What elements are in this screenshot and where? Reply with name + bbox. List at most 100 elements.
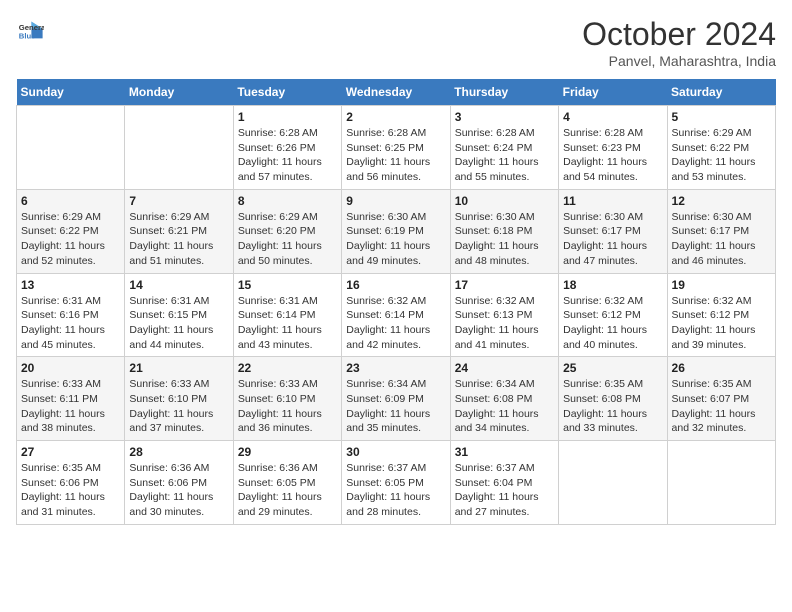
day-number: 9 — [346, 194, 445, 208]
weekday-header-monday: Monday — [125, 79, 233, 106]
day-number: 25 — [563, 361, 662, 375]
calendar-day-cell: 25 Sunrise: 6:35 AMSunset: 6:08 PMDayligh… — [559, 357, 667, 441]
calendar-week-3: 13Sunrise: 6:31 AMSunset: 6:16 PMDayligh… — [17, 273, 776, 357]
weekday-header-row: SundayMondayTuesdayWednesdayThursdayFrid… — [17, 79, 776, 106]
calendar-day-cell: 24 Sunrise: 6:34 AMSunset: 6:08 PMDayligh… — [450, 357, 558, 441]
calendar-day-cell: 26 Sunrise: 6:35 AMSunset: 6:07 PMDayligh… — [667, 357, 775, 441]
calendar-day-cell: 12 Sunrise: 6:30 AMSunset: 6:17 PMDayligh… — [667, 189, 775, 273]
location-subtitle: Panvel, Maharashtra, India — [582, 53, 776, 69]
day-number: 4 — [563, 110, 662, 124]
day-number: 19 — [672, 278, 771, 292]
day-number: 21 — [129, 361, 228, 375]
calendar-table: SundayMondayTuesdayWednesdayThursdayFrid… — [16, 79, 776, 525]
day-info: Sunrise: 6:35 AMSunset: 6:07 PMDaylight:… — [672, 377, 771, 436]
day-info: Sunrise: 6:36 AMSunset: 6:05 PMDaylight:… — [238, 461, 337, 520]
day-number: 7 — [129, 194, 228, 208]
calendar-day-cell — [17, 106, 125, 190]
day-info: Sunrise: 6:30 AMSunset: 6:17 PMDaylight:… — [672, 210, 771, 269]
calendar-week-5: 27 Sunrise: 6:35 AMSunset: 6:06 PMDayligh… — [17, 441, 776, 525]
day-info: Sunrise: 6:30 AMSunset: 6:19 PMDaylight:… — [346, 210, 445, 269]
day-info: Sunrise: 6:28 AMSunset: 6:24 PMDaylight:… — [455, 126, 554, 185]
calendar-week-4: 20 Sunrise: 6:33 AMSunset: 6:11 PMDayligh… — [17, 357, 776, 441]
calendar-day-cell: 7 Sunrise: 6:29 AMSunset: 6:21 PMDaylight… — [125, 189, 233, 273]
calendar-day-cell: 20 Sunrise: 6:33 AMSunset: 6:11 PMDayligh… — [17, 357, 125, 441]
calendar-day-cell: 17Sunrise: 6:32 AMSunset: 6:13 PMDayligh… — [450, 273, 558, 357]
calendar-day-cell: 4 Sunrise: 6:28 AMSunset: 6:23 PMDaylight… — [559, 106, 667, 190]
day-number: 18 — [563, 278, 662, 292]
calendar-day-cell: 28 Sunrise: 6:36 AMSunset: 6:06 PMDayligh… — [125, 441, 233, 525]
calendar-week-2: 6 Sunrise: 6:29 AMSunset: 6:22 PMDaylight… — [17, 189, 776, 273]
logo: General Blue — [16, 16, 44, 44]
calendar-day-cell: 23 Sunrise: 6:34 AMSunset: 6:09 PMDayligh… — [342, 357, 450, 441]
calendar-day-cell: 31 Sunrise: 6:37 AMSunset: 6:04 PMDayligh… — [450, 441, 558, 525]
weekday-header-saturday: Saturday — [667, 79, 775, 106]
day-number: 5 — [672, 110, 771, 124]
calendar-day-cell: 2Sunrise: 6:28 AMSunset: 6:25 PMDaylight… — [342, 106, 450, 190]
day-number: 12 — [672, 194, 771, 208]
day-info: Sunrise: 6:35 AMSunset: 6:06 PMDaylight:… — [21, 461, 120, 520]
day-number: 24 — [455, 361, 554, 375]
calendar-day-cell: 9 Sunrise: 6:30 AMSunset: 6:19 PMDaylight… — [342, 189, 450, 273]
day-info: Sunrise: 6:33 AMSunset: 6:10 PMDaylight:… — [129, 377, 228, 436]
day-number: 10 — [455, 194, 554, 208]
calendar-day-cell: 30 Sunrise: 6:37 AMSunset: 6:05 PMDayligh… — [342, 441, 450, 525]
day-info: Sunrise: 6:30 AMSunset: 6:17 PMDaylight:… — [563, 210, 662, 269]
svg-text:Blue: Blue — [19, 31, 36, 40]
day-number: 30 — [346, 445, 445, 459]
title-block: October 2024 Panvel, Maharashtra, India — [582, 16, 776, 69]
day-number: 13 — [21, 278, 120, 292]
calendar-day-cell: 11 Sunrise: 6:30 AMSunset: 6:17 PMDayligh… — [559, 189, 667, 273]
calendar-day-cell: 1Sunrise: 6:28 AMSunset: 6:26 PMDaylight… — [233, 106, 341, 190]
day-info: Sunrise: 6:35 AMSunset: 6:08 PMDaylight:… — [563, 377, 662, 436]
calendar-day-cell: 22Sunrise: 6:33 AMSunset: 6:10 PMDayligh… — [233, 357, 341, 441]
day-info: Sunrise: 6:33 AMSunset: 6:10 PMDaylight:… — [238, 377, 337, 436]
day-info: Sunrise: 6:29 AMSunset: 6:20 PMDaylight:… — [238, 210, 337, 269]
calendar-day-cell: 18 Sunrise: 6:32 AMSunset: 6:12 PMDayligh… — [559, 273, 667, 357]
day-number: 11 — [563, 194, 662, 208]
day-info: Sunrise: 6:28 AMSunset: 6:26 PMDaylight:… — [238, 126, 337, 185]
day-number: 20 — [21, 361, 120, 375]
day-number: 28 — [129, 445, 228, 459]
day-number: 14 — [129, 278, 228, 292]
page-header: General Blue October 2024 Panvel, Mahara… — [16, 16, 776, 69]
day-info: Sunrise: 6:29 AMSunset: 6:21 PMDaylight:… — [129, 210, 228, 269]
day-info: Sunrise: 6:28 AMSunset: 6:23 PMDaylight:… — [563, 126, 662, 185]
weekday-header-sunday: Sunday — [17, 79, 125, 106]
day-info: Sunrise: 6:32 AMSunset: 6:12 PMDaylight:… — [563, 294, 662, 353]
day-number: 8 — [238, 194, 337, 208]
calendar-day-cell: 27 Sunrise: 6:35 AMSunset: 6:06 PMDayligh… — [17, 441, 125, 525]
logo-icon: General Blue — [16, 16, 44, 44]
day-info: Sunrise: 6:29 AMSunset: 6:22 PMDaylight:… — [21, 210, 120, 269]
day-number: 26 — [672, 361, 771, 375]
day-number: 29 — [238, 445, 337, 459]
calendar-day-cell: 10 Sunrise: 6:30 AMSunset: 6:18 PMDayligh… — [450, 189, 558, 273]
month-title: October 2024 — [582, 16, 776, 53]
day-number: 23 — [346, 361, 445, 375]
calendar-day-cell — [125, 106, 233, 190]
day-info: Sunrise: 6:36 AMSunset: 6:06 PMDaylight:… — [129, 461, 228, 520]
day-number: 16 — [346, 278, 445, 292]
day-info: Sunrise: 6:32 AMSunset: 6:12 PMDaylight:… — [672, 294, 771, 353]
calendar-day-cell: 16 Sunrise: 6:32 AMSunset: 6:14 PMDayligh… — [342, 273, 450, 357]
weekday-header-wednesday: Wednesday — [342, 79, 450, 106]
day-number: 27 — [21, 445, 120, 459]
day-info: Sunrise: 6:33 AMSunset: 6:11 PMDaylight:… — [21, 377, 120, 436]
day-info: Sunrise: 6:31 AMSunset: 6:14 PMDaylight:… — [238, 294, 337, 353]
day-number: 17 — [455, 278, 554, 292]
day-info: Sunrise: 6:29 AMSunset: 6:22 PMDaylight:… — [672, 126, 771, 185]
calendar-day-cell: 15Sunrise: 6:31 AMSunset: 6:14 PMDayligh… — [233, 273, 341, 357]
weekday-header-friday: Friday — [559, 79, 667, 106]
calendar-day-cell — [667, 441, 775, 525]
calendar-day-cell: 6 Sunrise: 6:29 AMSunset: 6:22 PMDaylight… — [17, 189, 125, 273]
weekday-header-tuesday: Tuesday — [233, 79, 341, 106]
day-info: Sunrise: 6:30 AMSunset: 6:18 PMDaylight:… — [455, 210, 554, 269]
day-number: 2 — [346, 110, 445, 124]
day-info: Sunrise: 6:34 AMSunset: 6:08 PMDaylight:… — [455, 377, 554, 436]
day-info: Sunrise: 6:34 AMSunset: 6:09 PMDaylight:… — [346, 377, 445, 436]
day-number: 31 — [455, 445, 554, 459]
day-info: Sunrise: 6:37 AMSunset: 6:04 PMDaylight:… — [455, 461, 554, 520]
weekday-header-thursday: Thursday — [450, 79, 558, 106]
day-info: Sunrise: 6:37 AMSunset: 6:05 PMDaylight:… — [346, 461, 445, 520]
day-number: 6 — [21, 194, 120, 208]
day-info: Sunrise: 6:32 AMSunset: 6:14 PMDaylight:… — [346, 294, 445, 353]
